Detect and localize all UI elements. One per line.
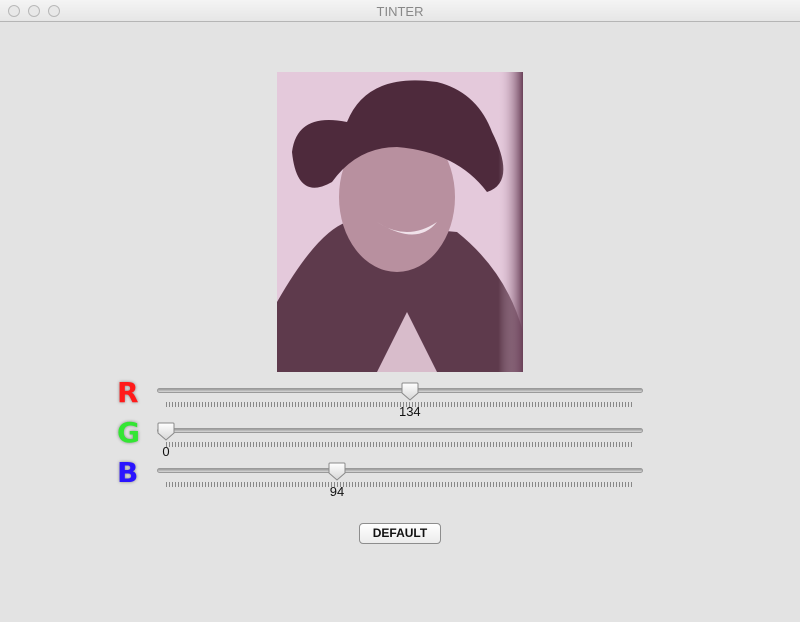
green-label: G — [117, 416, 140, 449]
title-bar: TINTER — [0, 0, 800, 22]
slider-track[interactable] — [157, 428, 643, 433]
default-button[interactable]: DEFAULT — [359, 523, 441, 544]
tinted-photo — [277, 72, 523, 372]
green-slider[interactable]: 0 — [157, 418, 643, 459]
slider-ticks — [166, 442, 634, 447]
blue-slider[interactable]: 94 — [157, 458, 643, 499]
blue-label: B — [117, 456, 139, 489]
slider-value: 94 — [329, 484, 345, 499]
slider-thumb[interactable] — [328, 462, 346, 481]
slider-track[interactable] — [157, 468, 643, 473]
red-slider[interactable]: 134 — [157, 378, 643, 419]
slider-value: 0 — [162, 444, 170, 459]
slider-thumb[interactable] — [157, 422, 175, 441]
slider-thumb[interactable] — [401, 382, 419, 401]
red-label: R — [117, 376, 139, 409]
slider-ticks — [166, 482, 634, 487]
window-title: TINTER — [376, 4, 424, 19]
slider-value: 134 — [398, 404, 421, 419]
